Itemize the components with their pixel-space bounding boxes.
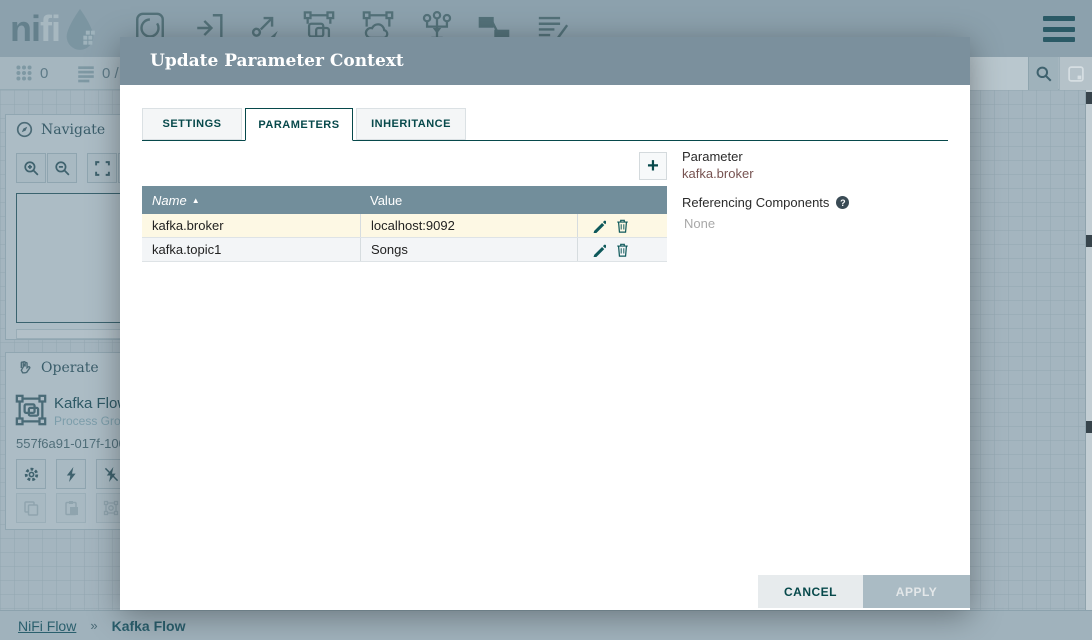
referencing-components-label: Referencing Components	[682, 195, 829, 210]
zoom-out-icon	[54, 160, 71, 177]
list-icon	[76, 63, 96, 83]
configure-button[interactable]	[16, 459, 46, 489]
global-menu-icon[interactable]	[1043, 16, 1075, 42]
selected-parameter-name: kafka.broker	[682, 166, 952, 181]
dialog-header: Update Parameter Context	[120, 37, 970, 85]
paste-button[interactable]	[56, 493, 86, 523]
queued-stat: 0 /	[76, 63, 119, 83]
table-row[interactable]: kafka.broker localhost:9092	[142, 214, 667, 238]
selected-component-name: Kafka Flow	[54, 395, 128, 412]
search-icon	[1035, 65, 1053, 83]
cancel-button[interactable]: CANCEL	[758, 575, 863, 608]
edit-icon[interactable]	[592, 219, 606, 233]
copy-button[interactable]	[16, 493, 46, 523]
referencing-components-value: None	[682, 216, 952, 231]
search-button[interactable]	[1028, 57, 1058, 90]
zoom-in-icon	[23, 160, 40, 177]
operate-panel-title: Operate	[41, 360, 99, 376]
running-components-stat: 0	[14, 63, 48, 83]
scrollbar-mark	[1086, 92, 1092, 104]
delete-icon[interactable]	[616, 219, 629, 233]
dialog-title: Update Parameter Context	[150, 51, 404, 71]
compass-icon	[16, 121, 33, 138]
gear-icon	[23, 466, 40, 483]
canvas-scrollbar[interactable]	[1085, 90, 1092, 610]
breadcrumb-separator: »	[90, 618, 97, 633]
column-header-name[interactable]: Name ▲	[142, 193, 360, 208]
column-header-value[interactable]: Value	[360, 193, 577, 208]
grid-dots-icon	[14, 63, 34, 83]
thread-count: 0	[40, 65, 48, 82]
process-group-badge-icon	[14, 393, 48, 427]
paste-icon	[63, 500, 79, 516]
zoom-in-button[interactable]	[16, 153, 46, 183]
scrollbar-mark	[1086, 235, 1092, 247]
nifi-logo: nifi	[10, 6, 100, 52]
tab-inheritance[interactable]: INHERITANCE	[356, 108, 466, 140]
sort-ascending-icon: ▲	[192, 196, 200, 205]
breadcrumb-root-link[interactable]: NiFi Flow	[18, 618, 76, 634]
lightning-off-icon	[104, 467, 119, 482]
start-button[interactable]	[56, 459, 86, 489]
table-row[interactable]: kafka.topic1 Songs	[142, 238, 667, 262]
delete-icon[interactable]	[616, 243, 629, 257]
zoom-out-button[interactable]	[47, 153, 77, 183]
tab-parameters[interactable]: PARAMETERS	[245, 108, 353, 141]
zoom-fit-button[interactable]	[87, 153, 117, 183]
hand-icon	[16, 359, 33, 376]
navigate-panel-title: Navigate	[41, 122, 105, 138]
nifi-drop-icon	[60, 7, 100, 51]
lightning-icon	[64, 467, 79, 482]
apply-button[interactable]: APPLY	[863, 575, 970, 608]
breadcrumb: NiFi Flow » Kafka Flow	[0, 610, 1092, 640]
parameter-label: Parameter	[682, 149, 952, 164]
tab-settings[interactable]: SETTINGS	[142, 108, 242, 140]
group-icon	[103, 500, 119, 516]
update-parameter-context-dialog: Update Parameter Context SETTINGS PARAME…	[120, 37, 970, 610]
queued-count: 0 /	[102, 65, 119, 82]
scrollbar-mark	[1086, 421, 1092, 433]
fit-icon	[94, 160, 111, 177]
copy-icon	[23, 500, 39, 516]
panel-icon	[1067, 65, 1085, 83]
parameter-name-cell: kafka.topic1	[142, 242, 360, 257]
parameter-value-cell: Songs	[360, 238, 577, 261]
add-parameter-button[interactable]: +	[639, 152, 667, 180]
edit-icon[interactable]	[592, 243, 606, 257]
parameter-value-cell: localhost:9092	[360, 214, 577, 237]
dialog-tabs: SETTINGS PARAMETERS INHERITANCE	[142, 108, 948, 141]
parameters-table-header: Name ▲ Value	[142, 186, 667, 214]
settings-panel-button[interactable]	[1059, 57, 1092, 90]
parameter-detail-panel: Parameter kafka.broker Referencing Compo…	[682, 149, 952, 231]
plus-icon: +	[647, 155, 659, 178]
parameter-name-cell: kafka.broker	[142, 218, 360, 233]
breadcrumb-current: Kafka Flow	[112, 618, 186, 634]
help-icon[interactable]: ?	[836, 196, 849, 209]
parameters-table: Name ▲ Value kafka.broker localhost:9092…	[142, 186, 667, 262]
nifi-logo-text: ni	[10, 8, 40, 50]
